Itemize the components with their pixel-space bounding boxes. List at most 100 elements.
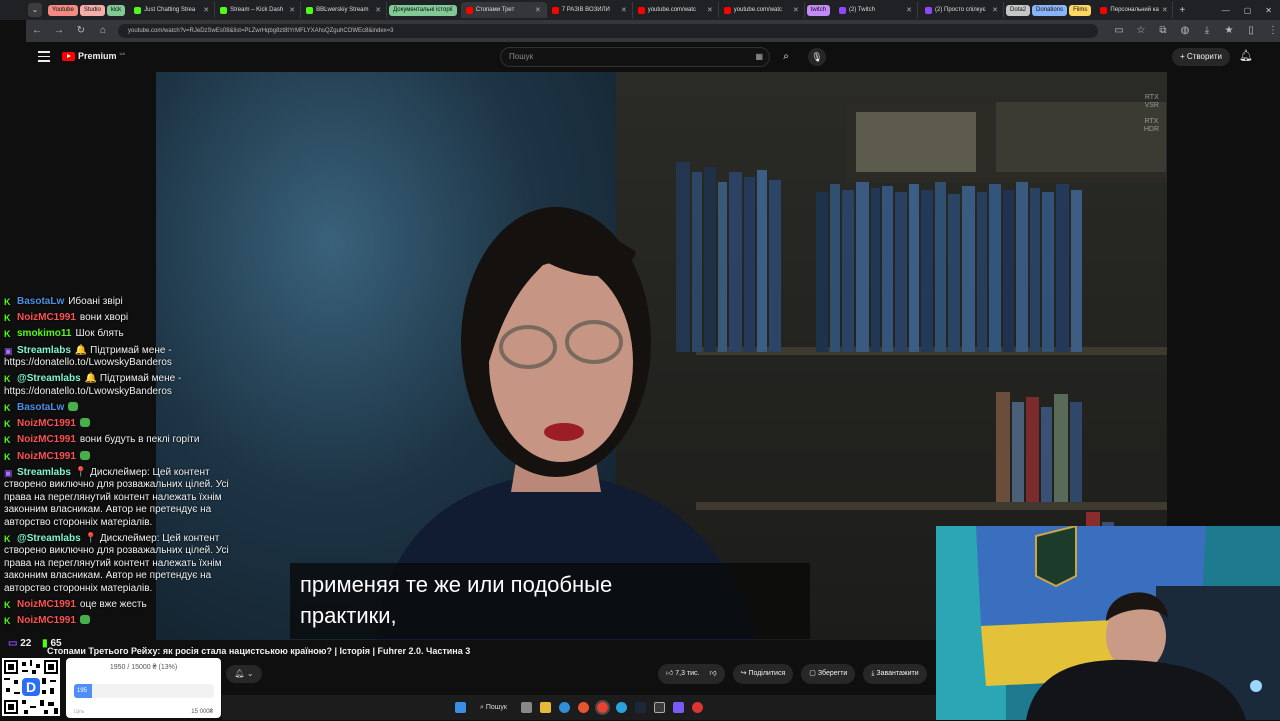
thumbs-down-icon[interactable]: 👎︎	[710, 670, 717, 677]
browser-tab[interactable]: Стопами Трет ✕	[460, 2, 547, 18]
create-button[interactable]: + Створити	[1172, 48, 1231, 66]
browser-tab[interactable]: youtube.com/watc ✕	[633, 2, 719, 18]
subscribe-bell-button[interactable]: 🔔︎ ⌄	[226, 665, 262, 683]
chrome-icon[interactable]	[594, 700, 610, 715]
browser-tab[interactable]: Just Chatting Strea ✕	[129, 2, 216, 18]
rtx-hdr-indicator: RTX HDR	[1144, 118, 1159, 134]
new-tab-plus-icon[interactable]: +	[1179, 5, 1185, 16]
chat-username: NoizMC1991	[17, 418, 76, 430]
search-placeholder: Пошук	[509, 52, 534, 61]
tab-group[interactable]: kick	[106, 4, 126, 16]
chat-username: NoizMC1991	[17, 599, 76, 611]
bookmark-icon[interactable]: ★	[1222, 24, 1236, 38]
chat-message: ▣ Streamlabs 📍 Дисклеймер: Цей контент ств…	[0, 467, 240, 530]
browser-tab[interactable]: 7 РАЗІВ ВОЗИЛИ ✕	[547, 2, 633, 18]
browser-tab[interactable]: BBLwerskiy Stream ✕	[301, 2, 388, 18]
notifications-bell-icon[interactable]: 🔔︎	[1239, 49, 1253, 62]
browser-tab[interactable]: Stream – Kick Dash ✕	[215, 2, 302, 18]
search-input[interactable]: Пошук ▦	[500, 47, 770, 67]
bookmark-star-icon[interactable]: ☆	[1134, 24, 1148, 38]
hdr-label: HDR	[1143, 126, 1159, 133]
firefox-icon[interactable]	[577, 702, 589, 713]
tab-group-docs[interactable]: Документальні історії	[389, 4, 457, 16]
search-icon[interactable]: ⌕	[777, 48, 795, 66]
tab-group[interactable]: Studio	[79, 4, 105, 16]
menu-dots-icon[interactable]: ⋮	[1266, 24, 1280, 38]
close-icon[interactable]: ✕	[621, 6, 627, 14]
tab-list-2: Стопами Трет ✕ 7 РАЗІВ ВОЗИЛИ ✕ youtube.com/…	[460, 2, 805, 18]
profile-icon[interactable]: ◍	[1178, 24, 1192, 38]
chat-message: K NoizMC1991	[0, 418, 240, 431]
tab-title: youtube.com/watc	[733, 7, 783, 13]
like-button[interactable]: 👍︎ 7,3 тис. 👎︎	[658, 664, 725, 684]
cast-icon[interactable]: ▭	[1112, 24, 1126, 38]
download-icon[interactable]: ⤓	[1200, 24, 1214, 38]
file-explorer-icon[interactable]	[539, 702, 551, 713]
save-button[interactable]: ▢ Зберегти	[801, 664, 856, 684]
task-view-icon[interactable]	[520, 702, 532, 713]
close-icon[interactable]: ✕	[793, 6, 799, 14]
steam-icon[interactable]	[634, 702, 646, 713]
browser-tab[interactable]: youtube.com/watc ✕	[719, 2, 805, 18]
tab-title: 7 РАЗІВ ВОЗИЛИ	[561, 7, 610, 13]
youtube-premium-logo[interactable]: Premium UA	[62, 51, 125, 61]
close-icon[interactable]: ✕	[375, 6, 381, 14]
hamburger-menu-icon[interactable]	[38, 51, 50, 62]
close-icon[interactable]: ✕	[289, 6, 295, 14]
close-icon[interactable]: ✕	[906, 6, 912, 14]
microphone-icon[interactable]: 🎙	[808, 48, 826, 66]
close-icon[interactable]: ✕	[535, 6, 541, 14]
chat-emote-icon	[79, 450, 90, 460]
close-icon[interactable]: ✕	[1162, 6, 1168, 14]
tab-groups: Youtube Studio kick	[48, 4, 127, 16]
share-button[interactable]: ↪ Поділитися	[732, 664, 794, 684]
kick-badge-icon: K	[4, 616, 11, 627]
close-icon[interactable]: ✕	[707, 6, 713, 14]
tab-spilkuvannya[interactable]: (2) Просто спілкує ✕	[920, 2, 1005, 18]
tab-favicon-icon	[465, 6, 473, 14]
taskbar-search[interactable]: ⌕ Пошук	[474, 704, 513, 712]
tab-group[interactable]: Donations	[1032, 4, 1068, 16]
extensions-icon[interactable]: ⧉	[1156, 24, 1170, 38]
chat-username: @Streamlabs	[17, 532, 81, 544]
close-icon[interactable]: ✕	[203, 6, 209, 14]
windows-start-icon[interactable]	[455, 702, 466, 713]
tab-personal[interactable]: Персональний ка ✕	[1095, 2, 1174, 18]
tab-group[interactable]: Dota2	[1006, 4, 1031, 16]
goal-target-label: 15 000₴	[191, 709, 213, 715]
kick-badge-icon: K	[4, 297, 11, 307]
telegram-icon[interactable]	[615, 702, 627, 713]
chat-message: K NoizMC1991 оце вже жесть	[0, 599, 240, 612]
address-bar[interactable]: youtube.com/watch?v=RJeDzSwEs08&list=PLZ…	[118, 24, 1098, 38]
minimize-icon[interactable]: —	[1222, 6, 1230, 15]
tab-twitch[interactable]: (2) Twitch ✕	[834, 2, 919, 18]
chat-message: K @Streamlabs 🔔 Підтримай мене - https://d…	[0, 373, 240, 398]
subtitle-line: применяя те же или подобные	[300, 572, 613, 597]
keyboard-icon[interactable]: ▦	[755, 48, 763, 66]
chat-username: NoizMC1991	[17, 450, 76, 462]
back-arrow-icon[interactable]: ←	[30, 24, 44, 38]
app-icon[interactable]	[672, 702, 684, 713]
kick-badge-icon: K	[4, 313, 11, 324]
maximize-icon[interactable]: ▢	[1244, 6, 1252, 15]
home-icon[interactable]: ⌂	[96, 24, 110, 38]
rtx-label: RTX	[1144, 118, 1159, 125]
record-icon[interactable]	[691, 702, 703, 713]
tab-group[interactable]: Youtube	[48, 4, 78, 16]
tab-group[interactable]: Films	[1069, 4, 1092, 16]
tab-search-chevron-icon[interactable]: ⌄	[28, 3, 42, 17]
download-button[interactable]: ⤓ Завантажити	[863, 664, 927, 684]
reload-icon[interactable]: ↻	[74, 24, 88, 38]
close-icon[interactable]: ✕	[992, 6, 998, 14]
chat-message: K NoizMC1991 вони хворі	[0, 312, 240, 325]
tab-title: (2) Просто спілкує	[935, 7, 986, 13]
close-window-icon[interactable]: ✕	[1265, 6, 1272, 15]
side-panel-icon[interactable]: ▯	[1244, 24, 1258, 38]
tab-group-twitch[interactable]: twitch	[806, 4, 831, 16]
obs-icon[interactable]	[653, 702, 665, 713]
chat-username: Streamlabs	[17, 466, 71, 478]
chat-text: вони хворі	[79, 312, 129, 324]
forward-arrow-icon[interactable]: →	[52, 24, 66, 38]
chat-username: BasotaLw	[17, 296, 65, 307]
edge-browser-icon[interactable]	[558, 702, 570, 713]
